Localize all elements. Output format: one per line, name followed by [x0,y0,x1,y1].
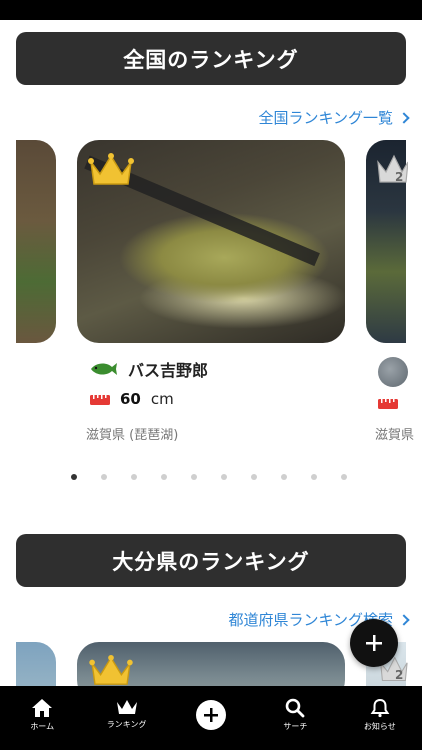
national-ranking-link[interactable]: 全国ランキング一覧 [258,107,410,128]
ranking-card-previous[interactable] [16,140,56,343]
search-icon [286,698,305,718]
ruler-icon [90,395,110,405]
page-dot[interactable] [131,474,137,480]
section-title-national: 全国のランキング [16,32,406,85]
page-dot[interactable] [281,474,287,480]
home-icon [32,699,53,717]
tab-label: ホーム [30,722,55,731]
page-dot[interactable] [161,474,167,480]
tab-label: ランキング [106,720,147,729]
fish-avatar-icon [91,363,117,375]
tab-label: お知らせ [363,722,396,731]
rank-number-next: 2 [395,170,404,184]
tab-home[interactable]: ホーム [0,686,84,750]
page-dot[interactable] [191,474,197,480]
ruler-icon-next [378,399,398,409]
floating-add-button[interactable] [350,619,398,667]
plus-icon [366,635,382,651]
tab-label: サーチ [283,722,308,731]
add-icon [196,700,227,730]
rank-number-next: 2 [395,668,404,682]
chevron-right-icon [398,111,410,124]
national-ranking-link-label: 全国ランキング一覧 [258,109,393,127]
size-row: 60 cm [90,390,174,408]
fishing-location-next: 滋賀県 [375,428,415,443]
bell-icon [370,698,390,718]
carousel-pagination[interactable] [71,474,347,480]
gold-crown-icon [89,654,133,685]
angler-row[interactable]: バス吉野郎 [90,357,208,381]
page-dot[interactable] [251,474,257,480]
avatar-next [378,357,408,387]
tab-post[interactable] [169,686,253,750]
page-dot[interactable] [341,474,347,480]
status-bar [0,0,422,20]
fish-size-value: 60 [120,390,141,408]
tab-notifications[interactable]: お知らせ [338,686,422,750]
bottom-tab-bar: ホーム ランキング サーチ お知らせ [0,686,422,750]
page-dot[interactable] [311,474,317,480]
angler-name: バス吉野郎 [128,361,209,380]
tab-ranking[interactable]: ランキング [84,686,168,750]
tab-search[interactable]: サーチ [253,686,337,750]
fishing-location: 滋賀県 (琵琶湖) [86,428,179,443]
fish-size-unit: cm [150,390,174,408]
chevron-right-icon [398,613,410,626]
section-title-prefecture: 大分県のランキング [16,534,406,587]
crown-icon [116,700,137,714]
page-dot[interactable] [71,474,77,480]
page-dot[interactable] [221,474,227,480]
page-dot[interactable] [101,474,107,480]
gold-crown-icon [88,153,134,185]
